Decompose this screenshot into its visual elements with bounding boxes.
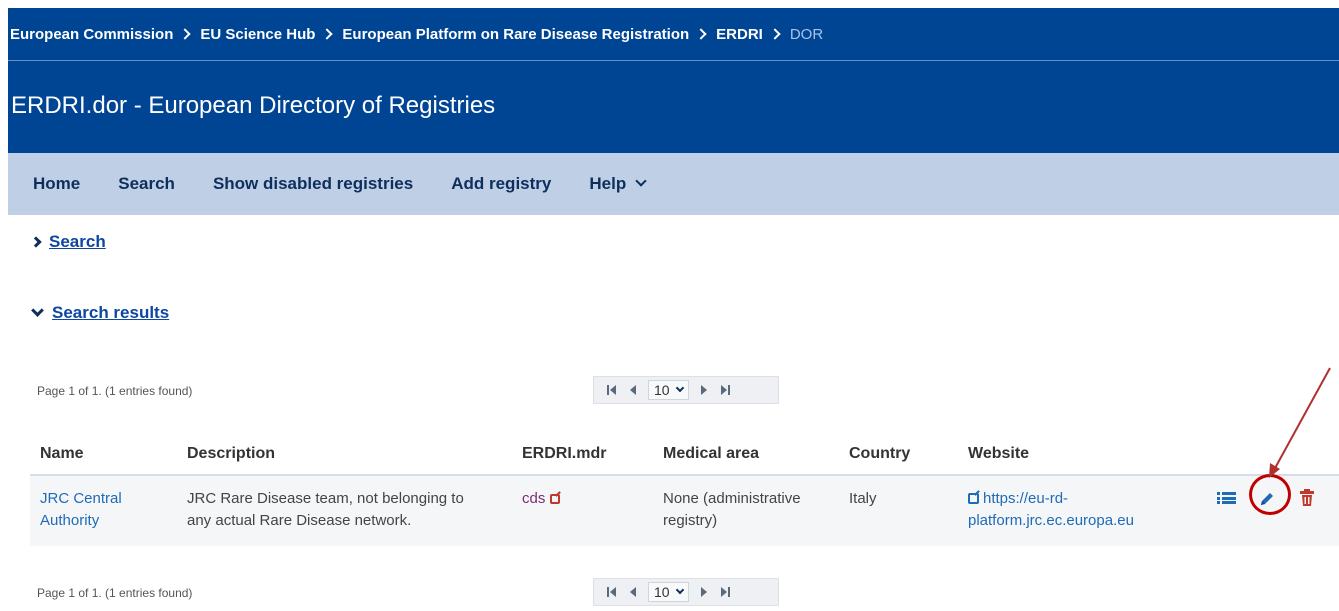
registry-description: JRC Rare Disease team, not belonging to … bbox=[187, 488, 464, 532]
search-section-label: Search bbox=[49, 232, 106, 251]
previous-page-button[interactable] bbox=[622, 385, 644, 395]
column-header-website[interactable]: Website bbox=[968, 445, 1029, 463]
column-header-medical-area[interactable]: Medical area bbox=[663, 445, 759, 463]
next-page-button[interactable] bbox=[693, 385, 715, 395]
annotation-arrow bbox=[1269, 367, 1331, 478]
column-header-erdri-mdr[interactable]: ERDRI.mdr bbox=[522, 445, 606, 463]
breadcrumb-item-eu-science-hub[interactable]: EU Science Hub bbox=[200, 26, 315, 43]
breadcrumb: European Commission EU Science Hub Europ… bbox=[8, 8, 1339, 60]
chevron-right-icon bbox=[179, 28, 192, 40]
page-size-value: 10 bbox=[654, 382, 670, 398]
menu-item-show-disabled[interactable]: Show disabled registries bbox=[213, 174, 413, 194]
column-header-name[interactable]: Name bbox=[40, 445, 84, 463]
first-page-button[interactable] bbox=[600, 587, 622, 597]
description-line1: JRC Rare Disease team, not belonging to bbox=[187, 490, 464, 507]
chevron-right-icon bbox=[695, 28, 707, 40]
medical-area: None (administrative registry) bbox=[663, 488, 801, 532]
paginator-bottom: 10 bbox=[593, 578, 779, 606]
website-line2: platform.jrc.ec.europa.eu bbox=[968, 512, 1134, 529]
page: European Commission EU Science Hub Europ… bbox=[8, 8, 1339, 611]
external-link-icon bbox=[968, 493, 979, 504]
breadcrumb-item-erdri[interactable]: ERDRI bbox=[716, 26, 763, 43]
site-title: ERDRI.dor - European Directory of Regist… bbox=[11, 92, 496, 119]
column-header-description[interactable]: Description bbox=[187, 445, 275, 463]
registry-name-line2: Authority bbox=[40, 512, 100, 529]
search-results-section-toggle[interactable]: Search results bbox=[31, 303, 170, 323]
medical-area-line2: registry) bbox=[663, 512, 718, 529]
registry-name-line1: JRC Central bbox=[40, 490, 122, 507]
menu-item-help[interactable]: Help bbox=[589, 174, 647, 194]
menu-item-search[interactable]: Search bbox=[118, 174, 175, 194]
country: Italy bbox=[849, 490, 877, 507]
menu-item-add-registry[interactable]: Add registry bbox=[451, 174, 551, 194]
page-size-value: 10 bbox=[654, 584, 670, 600]
search-results-section-label: Search results bbox=[52, 303, 170, 322]
pagination-info-bottom: Page 1 of 1. (1 entries found) bbox=[37, 586, 193, 600]
pagination-info-top: Page 1 of 1. (1 entries found) bbox=[37, 384, 193, 398]
first-page-button[interactable] bbox=[600, 385, 622, 395]
chevron-down-icon bbox=[635, 175, 647, 187]
previous-page-button[interactable] bbox=[622, 587, 644, 597]
list-icon[interactable] bbox=[1217, 492, 1236, 504]
page-size-select[interactable]: 10 bbox=[648, 582, 689, 602]
next-page-button[interactable] bbox=[693, 587, 715, 597]
page-size-select[interactable]: 10 bbox=[648, 380, 689, 400]
trash-icon[interactable] bbox=[1300, 489, 1314, 507]
chevron-right-icon bbox=[769, 28, 781, 40]
paginator-top: 10 bbox=[593, 376, 779, 404]
last-page-button[interactable] bbox=[715, 587, 737, 597]
menu-item-home[interactable]: Home bbox=[33, 174, 80, 194]
breadcrumb-item-dor: DOR bbox=[789, 25, 824, 43]
chevron-down-icon bbox=[31, 303, 44, 317]
mdr-link[interactable]: cds bbox=[522, 488, 561, 510]
chevron-down-icon bbox=[675, 383, 684, 393]
registry-name-link[interactable]: JRC Central Authority bbox=[40, 488, 122, 532]
description-line2: any actual Rare Disease network. bbox=[187, 512, 412, 529]
menu-item-help-label: Help bbox=[589, 174, 627, 193]
chevron-down-icon bbox=[675, 585, 684, 595]
results-table-header: Name Description ERDRI.mdr Medical area … bbox=[30, 436, 1339, 476]
website-line1: https://eu-rd- bbox=[983, 490, 1069, 507]
medical-area-line1: None (administrative bbox=[663, 490, 801, 507]
main-menu: Home Search Show disabled registries Add… bbox=[8, 153, 1339, 215]
mdr-value: cds bbox=[522, 490, 546, 507]
last-page-button[interactable] bbox=[715, 385, 737, 395]
column-header-country[interactable]: Country bbox=[849, 445, 910, 463]
breadcrumb-item-european-commission[interactable]: European Commission bbox=[10, 26, 173, 43]
search-section-toggle[interactable]: Search bbox=[30, 232, 106, 252]
breadcrumb-item-platform[interactable]: European Platform on Rare Disease Regist… bbox=[342, 26, 689, 43]
table-row: JRC Central Authority JRC Rare Disease t… bbox=[30, 476, 1339, 546]
header-banner: European Commission EU Science Hub Europ… bbox=[8, 8, 1339, 153]
chevron-right-icon bbox=[30, 236, 42, 248]
external-link-icon bbox=[550, 494, 561, 504]
banner-divider bbox=[8, 60, 1339, 61]
chevron-right-icon bbox=[321, 28, 334, 40]
website-link[interactable]: https://eu-rd- platform.jrc.ec.europa.eu bbox=[968, 488, 1134, 532]
